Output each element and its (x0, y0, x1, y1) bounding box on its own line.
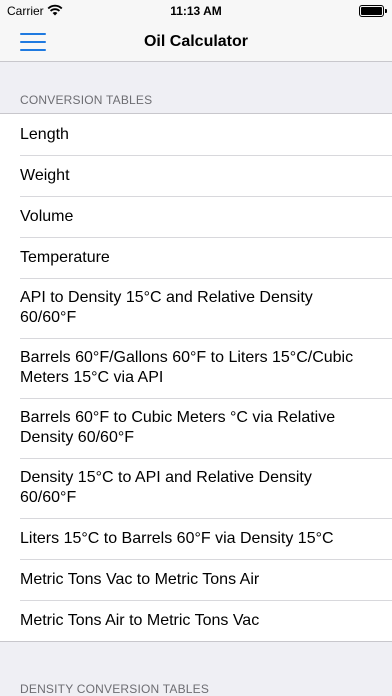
list-item-tons-vac-to-air[interactable]: Metric Tons Vac to Metric Tons Air (0, 559, 392, 600)
list-item-weight[interactable]: Weight (0, 155, 392, 196)
list-item-temperature[interactable]: Temperature (0, 237, 392, 278)
list-item-liters-to-barrels[interactable]: Liters 15°C to Barrels 60°F via Density … (0, 518, 392, 559)
list-item-barrels-to-cubic-meters[interactable]: Barrels 60°F to Cubic Meters °C via Rela… (0, 398, 392, 458)
section-header-density-conversion-tables: DENSITY CONVERSION TABLES (20, 682, 210, 696)
battery-icon (359, 5, 384, 17)
list-item-barrels-gallons-to-liters[interactable]: Barrels 60°F/Gallons 60°F to Liters 15°C… (0, 338, 392, 398)
list-item-tons-air-to-vac[interactable]: Metric Tons Air to Metric Tons Vac (0, 600, 392, 641)
list-item-api-to-density[interactable]: API to Density 15°C and Relative Density… (0, 278, 392, 338)
list-item-volume[interactable]: Volume (0, 196, 392, 237)
list-item-density-to-api[interactable]: Density 15°C to API and Relative Density… (0, 458, 392, 518)
navigation-bar: Oil Calculator (0, 22, 392, 62)
conversion-tables-list: Length Weight Volume Temperature API to … (0, 113, 392, 642)
list-item-length[interactable]: Length (0, 114, 392, 155)
battery-tip (385, 9, 387, 13)
section-header-conversion-tables: CONVERSION TABLES (20, 93, 153, 107)
clock: 11:13 AM (170, 4, 222, 18)
page-title: Oil Calculator (143, 33, 249, 50)
status-bar: Carrier 11:13 AM (0, 0, 392, 22)
